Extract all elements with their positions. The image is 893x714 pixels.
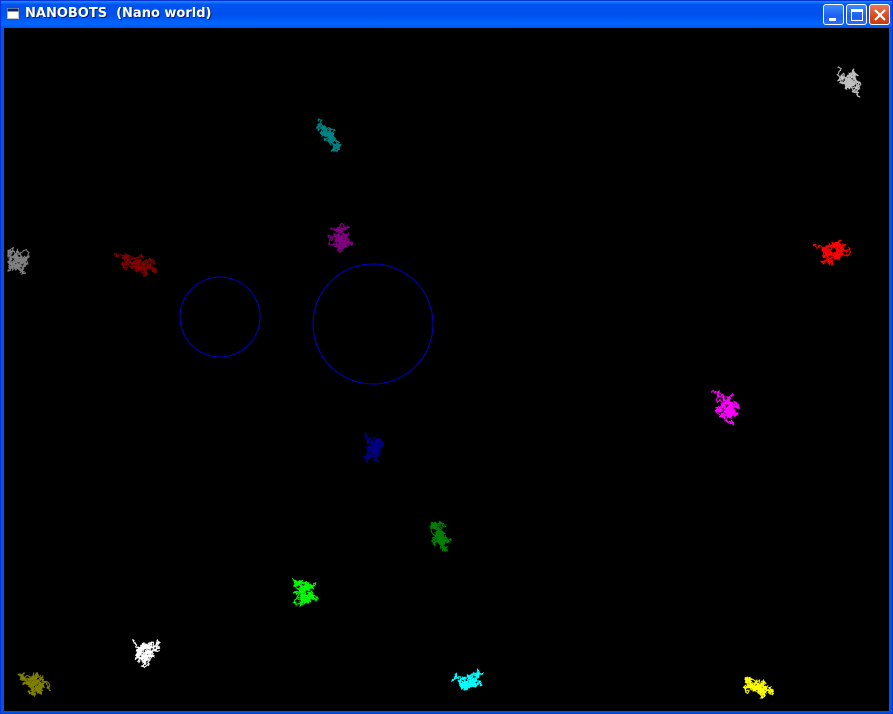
nanobot-trail-10 bbox=[291, 578, 320, 608]
nanobot-trail-12 bbox=[17, 671, 52, 697]
app-window: NANOBOTS (Nano world) bbox=[0, 0, 893, 714]
nanobot-trail-9 bbox=[429, 520, 452, 552]
nanobot-trail-7 bbox=[711, 389, 740, 426]
obstacle-circle-small bbox=[179, 276, 261, 358]
nanobot-trail-3 bbox=[327, 222, 354, 254]
nanobot-trail-8 bbox=[362, 431, 385, 464]
window-title: NANOBOTS (Nano world) bbox=[25, 6, 212, 21]
obstacle-circle-large bbox=[312, 263, 434, 385]
nanobot-trail-2 bbox=[315, 117, 342, 153]
nanobot-trail-4 bbox=[113, 252, 158, 277]
nanobot-trail-6 bbox=[812, 239, 852, 267]
maximize-button[interactable] bbox=[846, 4, 867, 25]
close-icon bbox=[874, 9, 886, 21]
maximize-icon bbox=[851, 9, 863, 21]
nanobot-trail-5 bbox=[6, 246, 30, 275]
nano-world-canvas[interactable] bbox=[4, 28, 889, 711]
close-button[interactable] bbox=[869, 4, 890, 25]
nanobot-trail-1 bbox=[836, 66, 862, 98]
minimize-icon bbox=[829, 18, 836, 21]
nanobot-trail-13 bbox=[450, 668, 485, 691]
nanobot-trail-11 bbox=[132, 638, 162, 669]
simulation-area bbox=[6, 66, 862, 699]
app-window-icon[interactable] bbox=[7, 8, 19, 19]
nanobot-trail-14 bbox=[742, 676, 775, 699]
minimize-button[interactable] bbox=[823, 4, 844, 25]
title-bar[interactable]: NANOBOTS (Nano world) bbox=[1, 1, 892, 28]
